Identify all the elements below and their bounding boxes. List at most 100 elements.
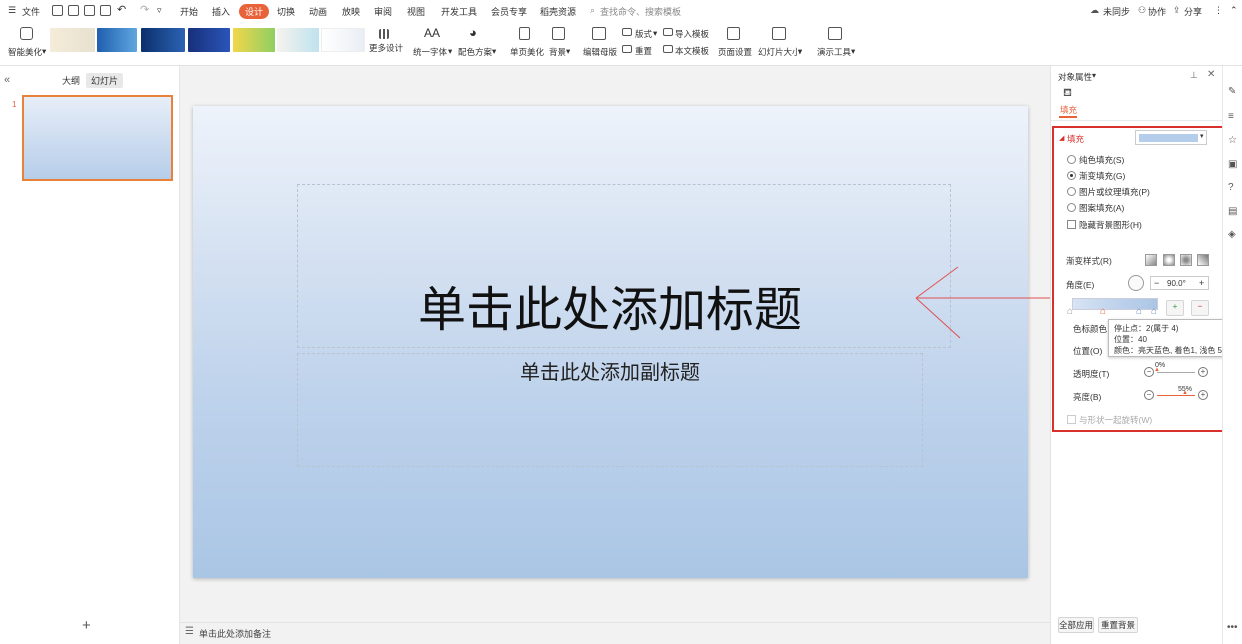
save-icon[interactable] bbox=[52, 5, 63, 16]
radio-gradient-fill[interactable] bbox=[1067, 171, 1076, 180]
gradient-rect-button[interactable] bbox=[1180, 254, 1192, 266]
more-design-button[interactable]: 更多设计 bbox=[369, 42, 403, 54]
color-scheme-dropdown-icon[interactable]: ▾ bbox=[492, 46, 496, 57]
gradient-radial-button[interactable] bbox=[1163, 254, 1175, 266]
collapse-panel-icon[interactable]: « bbox=[4, 74, 10, 86]
panel-title-dropdown-icon[interactable]: ▾ bbox=[1092, 71, 1096, 80]
location-icon[interactable]: ◈ bbox=[1228, 229, 1236, 240]
reset-button[interactable]: 重置 bbox=[635, 45, 652, 57]
tab-developer[interactable]: 开发工具 bbox=[441, 5, 477, 18]
tab-slides[interactable]: 幻灯片 bbox=[86, 73, 124, 88]
gradient-stop-4[interactable]: ⌂ bbox=[1151, 306, 1157, 317]
tab-insert[interactable]: 插入 bbox=[212, 5, 230, 18]
slide-title[interactable]: 单击此处添加标题 bbox=[297, 270, 923, 340]
design-thumbnail[interactable] bbox=[188, 28, 230, 52]
gradient-path-button[interactable] bbox=[1197, 254, 1209, 266]
smart-beautify-button[interactable]: 智能美化 bbox=[8, 46, 42, 58]
print-preview-icon[interactable] bbox=[100, 5, 111, 16]
transition-icon[interactable]: ▣ bbox=[1228, 159, 1237, 170]
import-template-button[interactable]: 导入模板 bbox=[675, 28, 709, 40]
slide-canvas[interactable]: 单击此处添加标题 单击此处添加副标题 bbox=[193, 106, 1028, 578]
single-page-beautify-button[interactable]: 单页美化 bbox=[510, 46, 544, 58]
gradient-stop-1[interactable]: ⌂ bbox=[1067, 306, 1073, 317]
design-thumbnail[interactable] bbox=[321, 28, 365, 52]
color-scheme-button[interactable]: 配色方案 bbox=[458, 46, 492, 58]
angle-dial[interactable] bbox=[1128, 275, 1144, 291]
remove-stop-icon[interactable]: − bbox=[1191, 300, 1209, 316]
export-pdf-icon[interactable] bbox=[68, 5, 79, 16]
collab-button[interactable]: 协作 bbox=[1148, 5, 1166, 18]
radio-picture-fill[interactable] bbox=[1067, 187, 1076, 196]
animation-star-icon[interactable]: ☆ bbox=[1228, 135, 1237, 146]
apply-all-button[interactable]: 全部应用 bbox=[1058, 617, 1094, 633]
fill-color-dropdown[interactable]: ▾ bbox=[1135, 130, 1207, 145]
design-thumbnail[interactable] bbox=[141, 28, 185, 52]
smart-beautify-dropdown-icon[interactable]: ▾ bbox=[42, 46, 46, 57]
share-button[interactable]: 分享 bbox=[1184, 5, 1202, 18]
tab-docer[interactable]: 稻壳资源 bbox=[540, 5, 576, 18]
transparency-slider[interactable] bbox=[1157, 372, 1195, 373]
background-button[interactable]: 背景 bbox=[549, 46, 566, 58]
page-setup-button[interactable]: 页面设置 bbox=[718, 46, 752, 58]
tab-slideshow[interactable]: 放映 bbox=[342, 5, 360, 18]
help-icon[interactable]: ? bbox=[1228, 182, 1234, 193]
tab-transition[interactable]: 切换 bbox=[277, 5, 295, 18]
print-icon[interactable] bbox=[84, 5, 95, 16]
tab-start[interactable]: 开始 bbox=[180, 5, 198, 18]
angle-value[interactable]: 90.0° bbox=[1167, 279, 1186, 288]
gradient-stop-3[interactable]: ⌂ bbox=[1136, 306, 1142, 317]
radio-solid-fill[interactable] bbox=[1067, 155, 1076, 164]
unify-font-button[interactable]: 统一字体 bbox=[413, 46, 447, 58]
redo-icon[interactable]: ↷ bbox=[140, 3, 149, 16]
tab-design[interactable]: 设计 bbox=[239, 4, 270, 19]
add-stop-icon[interactable]: + bbox=[1166, 300, 1184, 316]
rotate-with-shape-checkbox[interactable] bbox=[1067, 415, 1076, 424]
layout-dropdown-icon[interactable]: ▾ bbox=[653, 28, 657, 39]
slide-size-dropdown-icon[interactable]: ▾ bbox=[798, 46, 802, 57]
transparency-decrease-button[interactable]: − bbox=[1144, 367, 1154, 377]
style-icon[interactable]: ✎ bbox=[1228, 86, 1236, 97]
transparency-increase-button[interactable]: + bbox=[1198, 367, 1208, 377]
tab-fill[interactable]: 填充 bbox=[1060, 104, 1077, 116]
unify-font-dropdown-icon[interactable]: ▾ bbox=[448, 46, 452, 57]
slide-subtitle[interactable]: 单击此处添加副标题 bbox=[297, 356, 923, 385]
reset-background-button[interactable]: 重置背景 bbox=[1098, 617, 1138, 633]
file-menu[interactable]: 文件 bbox=[22, 5, 40, 18]
brightness-increase-button[interactable]: + bbox=[1198, 390, 1208, 400]
design-thumbnail[interactable] bbox=[50, 28, 95, 52]
tab-view[interactable]: 视图 bbox=[407, 5, 425, 18]
properties-icon[interactable]: ≡ bbox=[1228, 111, 1234, 122]
undo-icon[interactable]: ↶ bbox=[117, 3, 126, 16]
angle-stepper[interactable]: − 90.0° + bbox=[1150, 276, 1209, 290]
collapse-ribbon-icon[interactable]: ⌃ bbox=[1230, 5, 1238, 16]
tab-outline[interactable]: 大纲 bbox=[62, 74, 80, 87]
this-template-button[interactable]: 本文模板 bbox=[675, 45, 709, 57]
slide-thumbnail[interactable] bbox=[22, 95, 173, 181]
quick-access-dropdown-icon[interactable]: ▿ bbox=[157, 5, 162, 16]
tab-animation[interactable]: 动画 bbox=[309, 5, 327, 18]
background-dropdown-icon[interactable]: ▾ bbox=[566, 46, 570, 57]
brightness-slider-thumb[interactable]: ▲ bbox=[1182, 390, 1188, 396]
gradient-bar[interactable] bbox=[1072, 298, 1158, 310]
gradient-linear-button[interactable] bbox=[1145, 254, 1157, 266]
add-slide-icon[interactable]: + bbox=[82, 617, 91, 634]
hide-bg-checkbox[interactable] bbox=[1067, 220, 1076, 229]
demo-tools-button[interactable]: 演示工具 bbox=[817, 46, 851, 58]
angle-decrement-button[interactable]: − bbox=[1154, 278, 1159, 288]
design-thumbnail[interactable] bbox=[277, 28, 319, 52]
more-options-icon[interactable]: ⋮ bbox=[1214, 5, 1223, 16]
design-thumbnail[interactable] bbox=[233, 28, 275, 52]
demo-tools-dropdown-icon[interactable]: ▾ bbox=[851, 46, 855, 57]
picture-icon[interactable]: ▤ bbox=[1228, 206, 1237, 217]
transparency-slider-thumb[interactable]: ▲ bbox=[1154, 367, 1160, 373]
more-icon[interactable]: ••• bbox=[1227, 622, 1238, 633]
tab-member[interactable]: 会员专享 bbox=[491, 5, 527, 18]
command-search-input[interactable]: 查找命令、搜索模板 bbox=[600, 5, 681, 18]
layout-button[interactable]: 版式 bbox=[635, 28, 652, 40]
design-thumbnail[interactable] bbox=[97, 28, 137, 52]
close-icon[interactable]: ✕ bbox=[1207, 69, 1215, 80]
hamburger-menu-icon[interactable]: ☰ bbox=[8, 5, 16, 16]
slide-size-button[interactable]: 幻灯片大小 bbox=[758, 46, 801, 58]
brightness-slider[interactable] bbox=[1157, 395, 1195, 396]
pin-icon[interactable]: ⊥ bbox=[1190, 70, 1198, 81]
